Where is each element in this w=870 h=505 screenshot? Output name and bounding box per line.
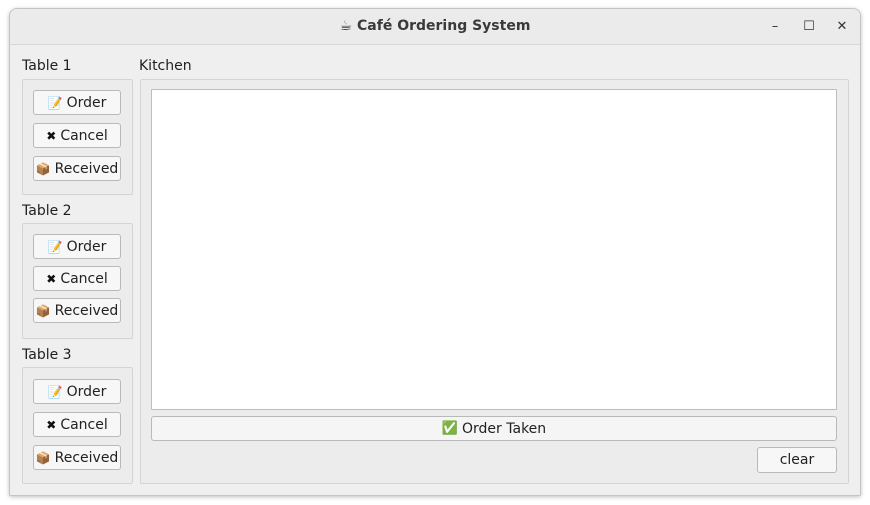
window-title: ☕ Café Ordering System [339, 18, 531, 34]
order-label: Order [66, 94, 107, 111]
memo-icon: 📝 [47, 95, 63, 110]
table-1-label: Table 1 [22, 58, 72, 74]
memo-icon: 📝 [47, 384, 63, 399]
table-2-cancel-button[interactable]: ✖ Cancel [33, 266, 121, 291]
close-button[interactable]: ✕ [832, 17, 852, 37]
kitchen-orders-textarea[interactable] [151, 89, 837, 410]
package-icon: 📦 [35, 450, 51, 465]
kitchen-label: Kitchen [139, 58, 192, 74]
x-mark-icon: ✖ [46, 128, 57, 143]
package-icon: 📦 [35, 161, 51, 176]
table-1-order-button[interactable]: 📝 Order [33, 90, 121, 115]
table-2-received-button[interactable]: 📦 Received [33, 298, 121, 323]
maximize-button[interactable]: ☐ [799, 17, 819, 37]
table-2-label: Table 2 [22, 203, 72, 219]
table-3-order-button[interactable]: 📝 Order [33, 379, 121, 404]
order-label: Order [66, 383, 107, 400]
cancel-label: Cancel [60, 270, 108, 287]
received-label: Received [54, 449, 119, 466]
check-icon: ✅ [441, 421, 459, 436]
received-label: Received [54, 160, 119, 177]
table-3-cancel-button[interactable]: ✖ Cancel [33, 412, 121, 437]
x-mark-icon: ✖ [46, 271, 57, 286]
package-icon: 📦 [35, 303, 51, 318]
clear-button[interactable]: clear [757, 447, 837, 473]
cancel-label: Cancel [60, 416, 108, 433]
memo-icon: 📝 [47, 239, 63, 254]
minimize-button[interactable]: – [765, 17, 785, 37]
x-mark-icon: ✖ [46, 417, 57, 432]
table-3-received-button[interactable]: 📦 Received [33, 445, 121, 470]
order-label: Order [66, 238, 107, 255]
table-1-cancel-button[interactable]: ✖ Cancel [33, 123, 121, 148]
app-window: ☕ Café Ordering System – ☐ ✕ Table 1 📝 O… [9, 8, 861, 496]
cancel-label: Cancel [60, 127, 108, 144]
order-taken-button[interactable]: ✅ Order Taken [151, 416, 837, 441]
received-label: Received [54, 302, 119, 319]
table-1-received-button[interactable]: 📦 Received [33, 156, 121, 181]
table-3-label: Table 3 [22, 347, 72, 363]
table-2-order-button[interactable]: 📝 Order [33, 234, 121, 259]
title-bar[interactable]: ☕ Café Ordering System – ☐ ✕ [10, 9, 860, 45]
order-taken-label: Order Taken [462, 420, 547, 437]
